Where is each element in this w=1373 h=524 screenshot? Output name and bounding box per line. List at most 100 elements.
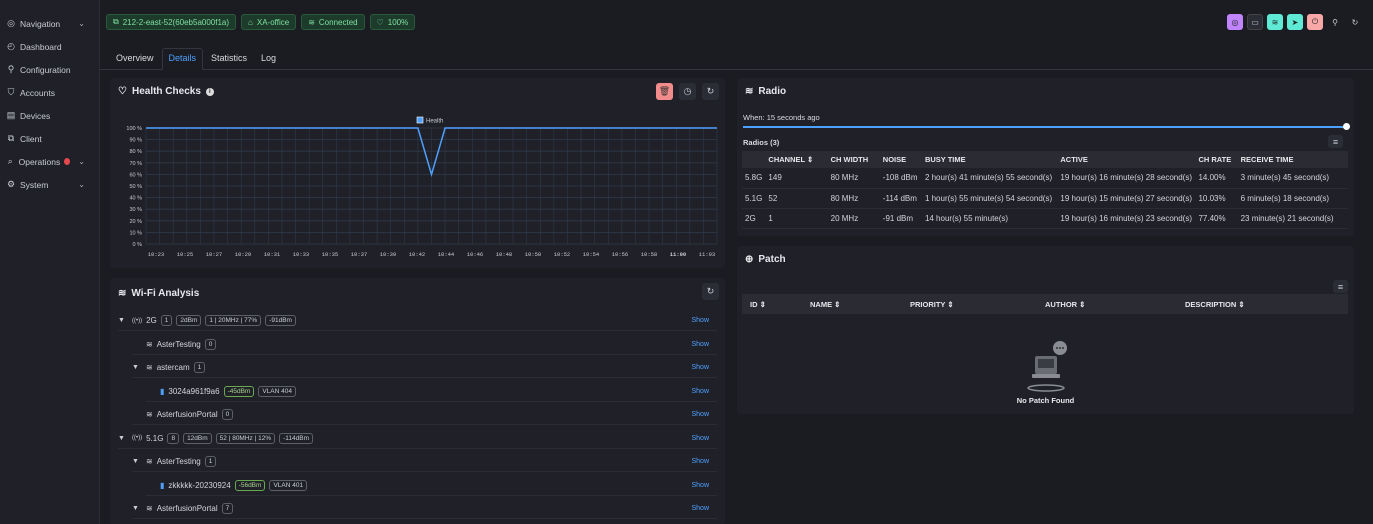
show-link[interactable]: Show	[691, 411, 709, 418]
gear-icon: ⚙	[6, 179, 16, 189]
y-tick-label: 70 %	[129, 161, 142, 167]
radio-cell: 2G	[742, 208, 766, 229]
expand-caret-icon[interactable]: ▼	[118, 317, 128, 324]
wifi-tree-row[interactable]: ▼ ≋ astercam 1 Show	[132, 358, 717, 378]
col-author[interactable]: AUTHOR ⇕	[1037, 294, 1177, 314]
refresh-button[interactable]: ↻	[702, 283, 719, 300]
sidebar-item-client[interactable]: ⧉ Client	[0, 127, 99, 150]
sidebar-item-operations[interactable]: ⌕ Operations ⌄	[0, 150, 99, 173]
sidebar-item-devices[interactable]: ▤ Devices	[0, 104, 99, 127]
empty-message: No Patch Found	[1016, 396, 1075, 405]
wifi-icon: ≋	[146, 410, 153, 419]
radio-table: CHANNEL ⇕ CH WIDTH NOISE BUSY TIME ACTIVE CH …	[742, 151, 1348, 229]
col-id[interactable]: ID ⇕	[742, 294, 802, 314]
info-chip: 8	[167, 432, 180, 444]
x-tick-label: 10:25	[177, 251, 194, 258]
status-pill: ≋ Connected	[301, 14, 365, 30]
history-button[interactable]: ◷	[679, 83, 696, 100]
send-icon[interactable]: ➤	[1287, 14, 1303, 30]
refresh-icon[interactable]: ↻	[1347, 14, 1363, 30]
sidebar-item-navigation[interactable]: ◎ Navigation ⌄	[0, 12, 99, 35]
radio-col-busy-time[interactable]: BUSY TIME	[921, 151, 1058, 168]
x-tick-label: 11:00	[670, 251, 687, 258]
filter-button[interactable]: ≡	[1333, 280, 1348, 293]
radio-cell: 19 hour(s) 15 minute(s) 27 second(s)	[1057, 188, 1196, 209]
filter-icon: ≡	[1337, 281, 1344, 292]
building-icon: ⌂	[248, 17, 253, 27]
sidebar-item-system[interactable]: ⚙ System ⌄	[0, 173, 99, 196]
legend-swatch	[416, 116, 424, 124]
show-link[interactable]: Show	[691, 364, 709, 371]
show-link[interactable]: Show	[691, 388, 709, 395]
wifi-tree-row[interactable]: ≋ AsterTesting 0 Show	[132, 335, 717, 355]
dashboard-icon: ◴	[7, 41, 15, 51]
tab-log[interactable]: Log	[255, 49, 282, 69]
client-device-icon: ▮	[160, 480, 165, 490]
show-link[interactable]: Show	[691, 482, 709, 489]
wifi-tree-row[interactable]: ≋ AsterfusionPortal 0 Show	[132, 405, 717, 425]
sidebar: ◎ Navigation ⌄ ◴ Dashboard ⚲ Configuration ⛉…	[0, 0, 100, 524]
expand-caret-icon[interactable]: ▼	[132, 505, 142, 512]
sidebar-item-dashboard[interactable]: ◴ Dashboard	[0, 35, 99, 58]
expand-caret-icon[interactable]: ▼	[118, 435, 128, 442]
wifi-tree-row[interactable]: ▮ 3024a961f9a6 -45dBm VLAN 404 Show	[146, 382, 717, 402]
tab-overview[interactable]: Overview	[110, 49, 160, 69]
show-link[interactable]: Show	[691, 435, 709, 442]
refresh-icon: ↻	[706, 286, 715, 296]
show-link[interactable]: Show	[691, 341, 709, 348]
wifi-tree-label: AsterfusionPortal	[156, 410, 218, 419]
notification-badge	[64, 158, 71, 165]
y-tick-label: 40 %	[129, 196, 142, 202]
tab-statistics[interactable]: Statistics	[205, 49, 253, 69]
refresh-button[interactable]: ↻	[702, 83, 719, 100]
info-chip: 52 | 80MHz | 12%	[215, 432, 276, 444]
sidebar-item-accounts[interactable]: ⛉ Accounts	[0, 81, 99, 104]
radio-col-band[interactable]	[742, 151, 766, 168]
radio-col-ch-rate[interactable]: CH RATE	[1195, 151, 1238, 168]
expand-caret-icon[interactable]: ▼	[132, 364, 142, 371]
time-slider-track[interactable]	[743, 126, 1347, 128]
col-priority[interactable]: PRIORITY ⇕	[902, 294, 1037, 314]
health-checks-card: ♡ Health Checks i 🗑 ◷ ↻ 100 % 90 % 80 % 70 % 6…	[110, 78, 725, 268]
info-chip: 2dBm	[176, 315, 202, 326]
radio-cell: -91 dBm	[879, 208, 922, 229]
sidebar-item-configuration[interactable]: ⚲ Configuration	[0, 58, 99, 81]
x-tick-label: 10:35	[322, 251, 339, 258]
col-name[interactable]: NAME ⇕	[802, 294, 902, 314]
radio-col-noise[interactable]: NOISE	[879, 151, 922, 168]
radio-col-active[interactable]: ACTIVE	[1057, 151, 1196, 168]
wifi-tree-label: 2G	[146, 316, 157, 325]
action-toolbar: ◎ ▭ ≋ ➤ ⏻ ⚲ ↻	[1227, 14, 1363, 30]
target-icon[interactable]: ◎	[1227, 14, 1243, 30]
y-tick-label: 60 %	[129, 172, 142, 178]
radio-col-receive-time[interactable]: RECEIVE TIME	[1237, 151, 1348, 168]
x-tick-label: 10:39	[380, 251, 397, 258]
show-link[interactable]: Show	[691, 458, 709, 465]
expand-caret-icon[interactable]: ▼	[132, 458, 142, 465]
radio-col-ch-width[interactable]: CH WIDTH	[827, 151, 880, 168]
wifi-tree-row[interactable]: ▼ ((•)) 5.1G 8 12dBm 52 | 80MHz | 12% -114dBm S…	[118, 429, 717, 449]
radio-cell: -114 dBm	[879, 188, 922, 209]
delete-button[interactable]: 🗑	[656, 83, 673, 100]
filter-button[interactable]: ≡	[1328, 135, 1343, 148]
wrench-icon[interactable]: ⚲	[1327, 14, 1343, 30]
tab-bar: Overview Details Statistics Log	[100, 46, 1373, 70]
x-tick-label: 10:33	[293, 251, 310, 258]
wifi-icon[interactable]: ≋	[1267, 14, 1283, 30]
wifi-tree-row[interactable]: ▼ ≋ AsterTesting 1 Show	[132, 452, 717, 472]
power-icon[interactable]: ⏻	[1307, 14, 1323, 30]
radio-col-channel[interactable]: CHANNEL ⇕	[765, 151, 828, 168]
show-link[interactable]: Show	[691, 505, 709, 512]
show-link[interactable]: Show	[691, 317, 709, 324]
wifi-tree-row[interactable]: ▮ zkkkkk-20230924 -56dBm VLAN 401 Show	[146, 476, 717, 496]
tab-details[interactable]: Details	[161, 48, 204, 70]
terminal-icon[interactable]: ▭	[1247, 14, 1263, 30]
info-chip: VLAN 401	[269, 479, 308, 491]
col-description[interactable]: DESCRIPTION ⇕	[1177, 294, 1348, 314]
filter-icon: ≡	[1332, 136, 1339, 147]
wifi-tree-row[interactable]: ▼ ((•)) 2G 1 2dBm 1 | 20MHz | 77% -91dBm Show	[118, 311, 717, 331]
site-pill[interactable]: ⌂ XA-office	[241, 14, 297, 30]
time-slider-handle[interactable]	[1343, 123, 1350, 130]
device-pill[interactable]: ⧉ 212-2-east-52(60eb5a000f1a)	[106, 14, 237, 30]
wifi-tree-row[interactable]: ▼ ≋ AsterfusionPortal 7 Show	[132, 499, 717, 519]
